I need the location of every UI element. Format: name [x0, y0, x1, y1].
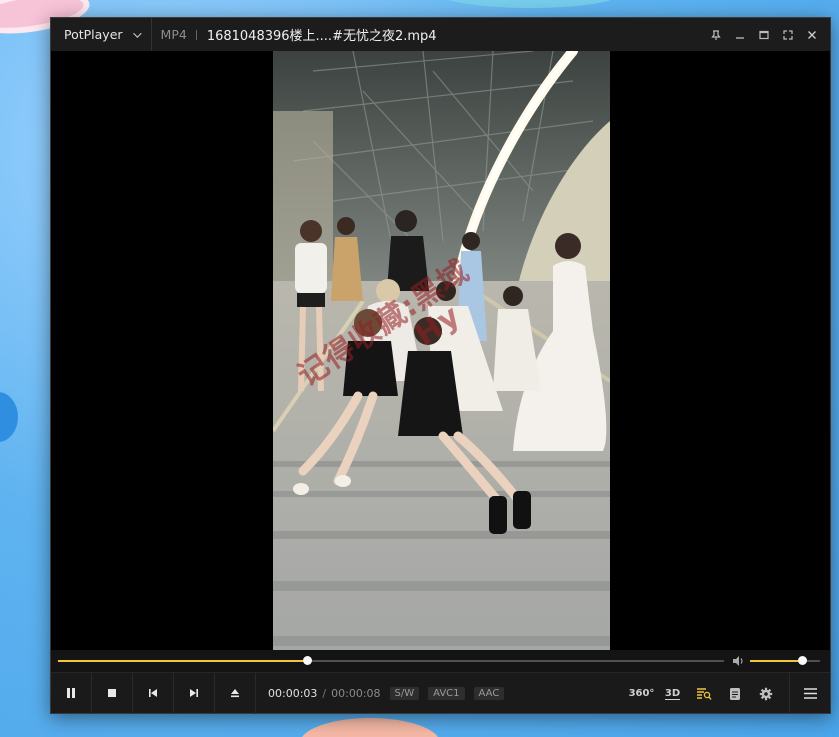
- time-separator: /: [322, 686, 327, 700]
- app-name: PotPlayer: [64, 27, 123, 42]
- video-area[interactable]: 记得收藏:黑域 Hy: [51, 51, 830, 650]
- eject-icon: [231, 689, 239, 698]
- volume-icon[interactable]: [731, 654, 745, 668]
- video-codec-badge[interactable]: AVC1: [428, 686, 465, 700]
- pin-button[interactable]: [704, 23, 728, 47]
- volume-level: [750, 660, 803, 662]
- eject-button[interactable]: [215, 672, 256, 714]
- desktop-decoration: [440, 0, 620, 8]
- chevron-down-icon: [132, 28, 142, 38]
- maximize-button[interactable]: [752, 23, 776, 47]
- 3d-button[interactable]: 3D: [657, 673, 688, 714]
- next-button[interactable]: [174, 672, 215, 714]
- audio-codec-badge[interactable]: AAC: [473, 686, 505, 700]
- desktop-decoration: [300, 718, 440, 737]
- previous-icon: [149, 689, 157, 697]
- desktop-decoration: [0, 392, 18, 442]
- app-menu-button[interactable]: PotPlayer: [51, 18, 152, 51]
- seek-progress: [58, 660, 308, 662]
- pin-icon: [711, 29, 721, 40]
- seek-slider[interactable]: [58, 656, 724, 665]
- menu-icon: [803, 688, 817, 699]
- close-button[interactable]: [800, 23, 824, 47]
- seek-bar-area: [51, 650, 830, 672]
- volume-slider[interactable]: [750, 656, 820, 665]
- seek-handle[interactable]: [303, 656, 313, 665]
- stop-button[interactable]: [92, 672, 133, 714]
- control-bar: 00:00:03 / 00:00:08 S/W AVC1 AAC 360° 3D: [51, 672, 830, 714]
- title-bar[interactable]: PotPlayer MP4 1681048396楼上....#无忧之夜2.mp4: [51, 18, 830, 51]
- playlist-search-icon: [696, 687, 712, 700]
- playlist-search-button[interactable]: [688, 673, 719, 714]
- previous-button[interactable]: [133, 672, 174, 714]
- pause-button[interactable]: [51, 672, 92, 714]
- next-icon: [190, 689, 198, 697]
- minimize-button[interactable]: [728, 23, 752, 47]
- potplayer-window: PotPlayer MP4 1681048396楼上....#无忧之夜2.mp4: [50, 17, 831, 714]
- volume-handle[interactable]: [798, 656, 807, 665]
- subtitle-button[interactable]: [719, 673, 750, 714]
- fullscreen-button[interactable]: [776, 23, 800, 47]
- maximize-icon: [759, 30, 769, 39]
- duration: 00:00:08: [331, 686, 381, 700]
- fullscreen-icon: [783, 29, 793, 40]
- settings-button[interactable]: [750, 673, 781, 714]
- time-display: 00:00:03 / 00:00:08 S/W AVC1 AAC: [268, 686, 505, 700]
- vr-360-button[interactable]: 360°: [626, 673, 657, 714]
- decoder-badge[interactable]: S/W: [389, 686, 420, 700]
- close-icon: [808, 30, 816, 39]
- vr-360-label: 360°: [628, 688, 655, 699]
- 3d-label: 3D: [664, 687, 681, 700]
- window-controls: [704, 18, 824, 51]
- pause-icon: [67, 688, 75, 698]
- subtitle-icon: [729, 687, 740, 700]
- right-toolbar: 360° 3D: [626, 673, 830, 714]
- video-frame: 记得收藏:黑域 Hy: [273, 51, 610, 650]
- file-title: 1681048396楼上....#无忧之夜2.mp4: [206, 29, 437, 44]
- divider: [195, 29, 197, 40]
- current-time: 00:00:03: [268, 686, 318, 700]
- gear-icon: [759, 687, 772, 700]
- minimize-icon: [736, 36, 744, 39]
- stop-icon: [108, 689, 116, 697]
- main-menu-button[interactable]: [789, 673, 830, 714]
- format-label: MP4: [160, 27, 187, 42]
